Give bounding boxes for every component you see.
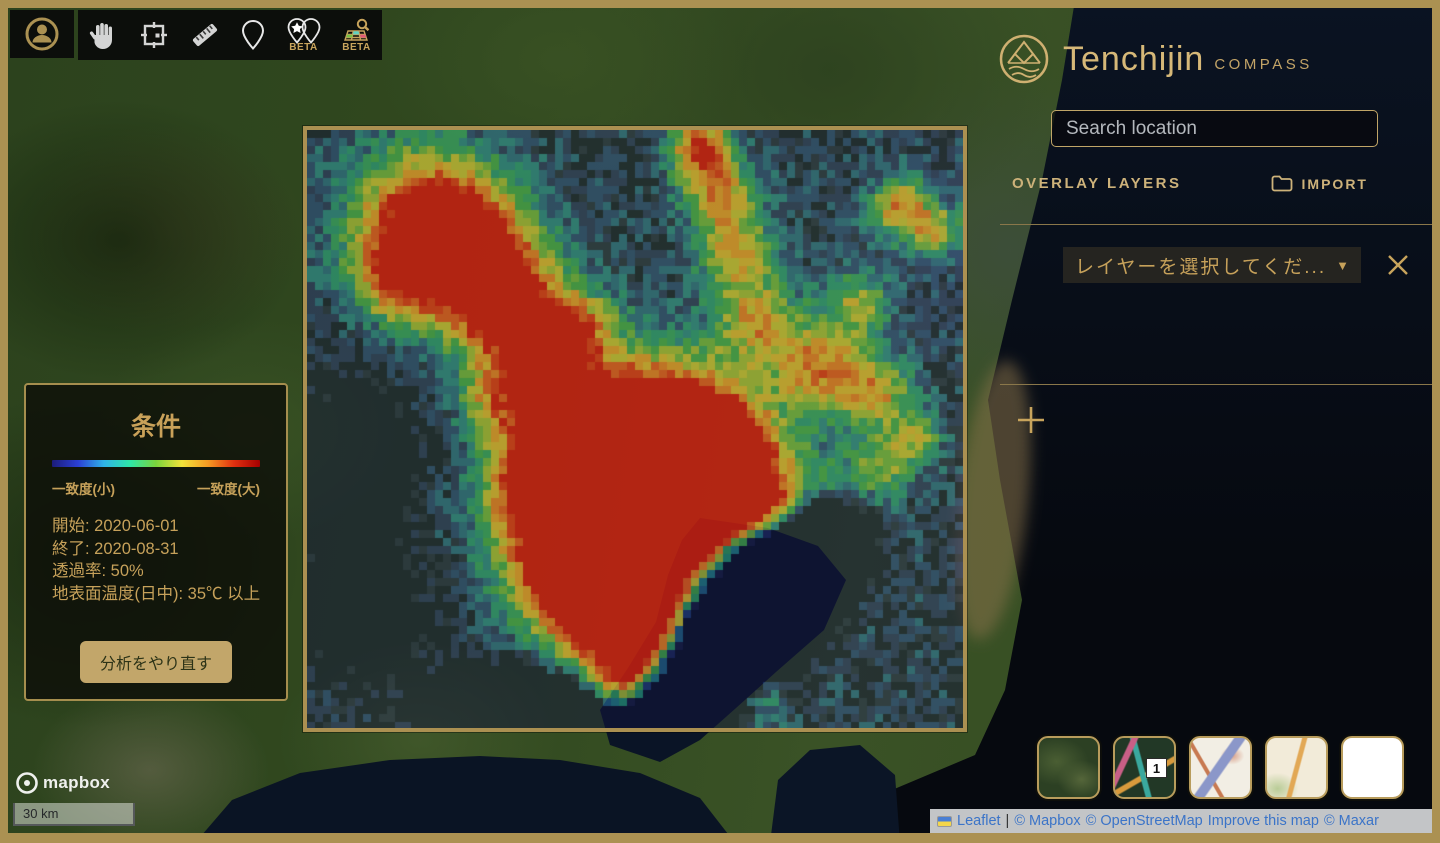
legend-labels: 一致度(小) 一致度(大)	[52, 478, 260, 498]
divider	[1000, 384, 1432, 385]
app-screen: BETA BETA Tenchijin COMPASS Search locat…	[0, 0, 1440, 843]
divider	[1000, 224, 1432, 225]
condition-end-date: 終了: 2020-08-31	[52, 539, 179, 558]
import-label: IMPORT	[1301, 175, 1368, 192]
search-input[interactable]	[1051, 110, 1378, 147]
legend-high-label: 一致度(大)	[197, 482, 260, 497]
condition-opacity: 透過率: 50%	[52, 562, 144, 580]
map-scale-bar: 30 km	[13, 803, 135, 826]
redo-analysis-button[interactable]: 分析をやり直す	[79, 641, 232, 683]
pin-icon	[241, 19, 265, 50]
condition-rows: 開始: 2020-06-01 終了: 2020-08-31 透過率: 50% 地…	[52, 515, 286, 605]
map-toolbar: BETA BETA	[78, 10, 382, 60]
mapbox-wordmark: mapbox	[43, 773, 110, 792]
tenchijin-logo-icon	[999, 34, 1049, 84]
heatmap-canvas	[307, 130, 963, 728]
attribution-separator: |	[1005, 813, 1010, 829]
search-area-tool-button[interactable]: BETA	[331, 10, 382, 60]
condition-start-date: 開始: 2020-06-01	[52, 517, 179, 535]
search-grid-icon	[343, 18, 369, 41]
folder-icon	[1271, 175, 1292, 192]
ukraine-flag-icon	[937, 815, 952, 827]
basemap-thumbnail-satellite-roads[interactable]: 1	[1113, 736, 1176, 799]
pin-star-icon	[287, 17, 320, 44]
overlay-layers-title: OVERLAY LAYERS	[1012, 175, 1182, 192]
legend-low-label: 一致度(小)	[52, 482, 115, 497]
basemap-thumbnail-streets[interactable]	[1265, 736, 1328, 799]
condition-temperature: 地表面温度(日中): 35℃ 以上	[52, 584, 261, 603]
chevron-down-icon: ▼	[1336, 257, 1349, 273]
pin-tool-button[interactable]	[230, 10, 276, 60]
beta-badge: BETA	[289, 41, 318, 53]
import-button[interactable]: IMPORT	[1271, 175, 1368, 192]
pin-star-tool-button[interactable]: BETA	[276, 10, 331, 60]
leaflet-link[interactable]: Leaflet	[957, 813, 1001, 829]
brand-product: COMPASS	[1214, 55, 1313, 73]
user-avatar-icon	[25, 17, 59, 51]
layer-count-badge: 1	[1146, 758, 1167, 778]
beta-badge: BETA	[342, 41, 371, 53]
plus-icon	[1018, 407, 1044, 433]
hand-icon	[89, 23, 112, 49]
layer-select-dropdown[interactable]: レイヤーを選択してくだ... ▼	[1063, 247, 1361, 283]
basemap-switcher: 1	[1037, 736, 1404, 799]
brand-header: Tenchijin COMPASS	[998, 33, 1313, 85]
mapbox-icon	[16, 772, 38, 794]
conditions-title: 条件	[130, 413, 181, 441]
pan-tool-button[interactable]	[78, 10, 128, 60]
basemap-thumbnail-blank[interactable]	[1341, 736, 1404, 799]
improve-map-link[interactable]: Improve this map	[1208, 813, 1319, 829]
layer-select-placeholder: レイヤーを選択してくだ...	[1074, 256, 1327, 278]
osm-attr-link[interactable]: © OpenStreetMap	[1086, 813, 1203, 829]
add-layer-button[interactable]	[1015, 404, 1047, 436]
mapbox-attr-link[interactable]: © Mapbox	[1014, 813, 1080, 829]
user-menu-button[interactable]	[10, 10, 74, 58]
analysis-heatmap-region	[303, 126, 967, 732]
close-icon	[1388, 255, 1408, 275]
match-legend-gradient	[52, 460, 260, 467]
ruler-icon	[192, 24, 218, 46]
basemap-thumbnail-osm[interactable]	[1189, 736, 1252, 799]
overlay-layers-header: OVERLAY LAYERS IMPORT	[1012, 175, 1368, 192]
conditions-panel: 条件 一致度(小) 一致度(大) 開始: 2020-06-01 終了: 2020…	[24, 383, 288, 701]
brand-name: Tenchijin	[1063, 39, 1205, 78]
area-select-tool-button[interactable]	[128, 10, 180, 60]
remove-layer-button[interactable]	[1383, 250, 1413, 280]
scale-label: 30 km	[23, 806, 59, 821]
crop-icon	[141, 22, 167, 48]
map-attribution: Leaflet | © Mapbox © OpenStreetMap Impro…	[930, 809, 1432, 833]
maxar-attr-link[interactable]: © Maxar	[1324, 813, 1379, 829]
measure-tool-button[interactable]	[180, 10, 230, 60]
mapbox-logo[interactable]: mapbox	[16, 772, 110, 794]
basemap-thumbnail-satellite[interactable]	[1037, 736, 1100, 799]
